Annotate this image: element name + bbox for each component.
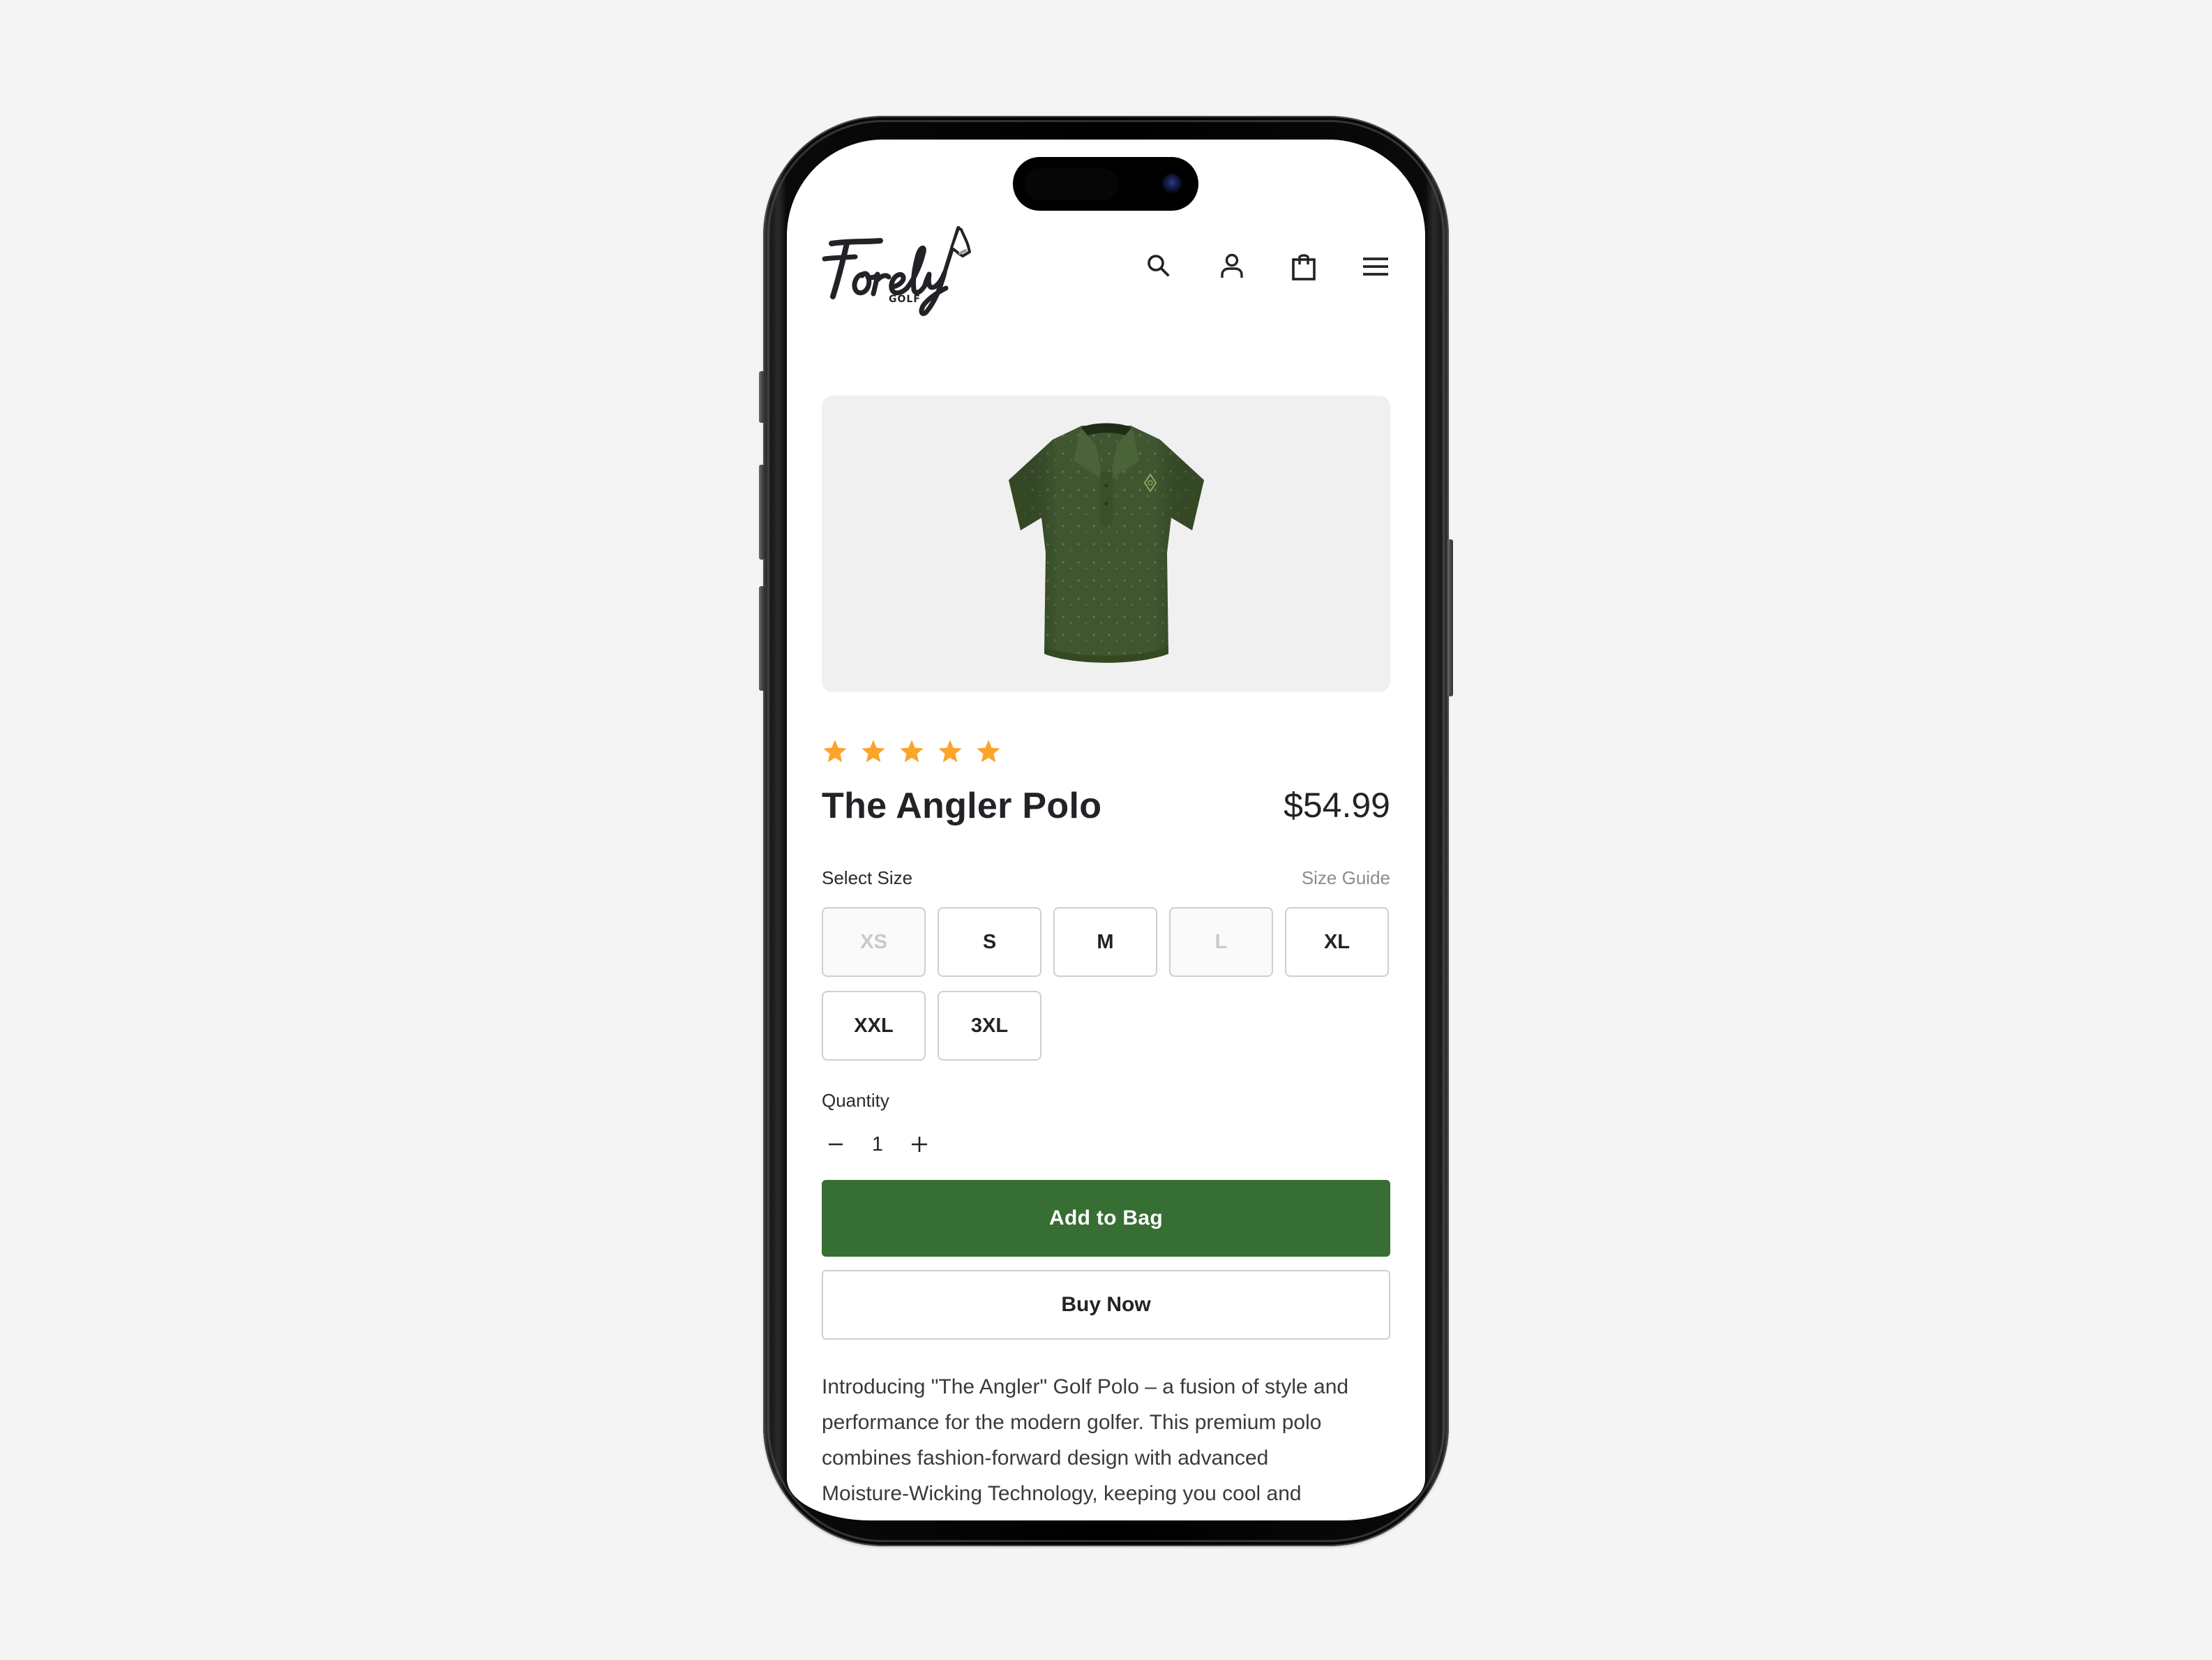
size-option-xxl[interactable]: XXL <box>822 991 926 1061</box>
description-line: performance for the modern golfer. This … <box>822 1411 1322 1434</box>
power-button <box>1447 539 1453 696</box>
select-size-label: Select Size <box>822 867 913 888</box>
product-price: $54.99 <box>1284 786 1390 825</box>
size-option-xl[interactable]: XL <box>1285 907 1389 977</box>
search-icon[interactable] <box>1144 251 1175 282</box>
size-option-s[interactable]: S <box>938 907 1041 977</box>
minus-icon <box>829 1143 843 1146</box>
quantity-stepper: 1 <box>822 1127 933 1162</box>
star-icon <box>938 740 962 763</box>
island-sensor <box>1024 168 1119 200</box>
brand-sub: GOLF <box>889 294 921 305</box>
product-description: Introducing "The Angler" Golf Polo – a f… <box>822 1369 1380 1520</box>
size-options: XS S M L XL XXL 3XL <box>822 907 1390 1061</box>
increment-button[interactable] <box>905 1130 933 1158</box>
buy-now-button[interactable]: Buy Now <box>822 1270 1390 1340</box>
star-rating <box>822 738 1002 765</box>
star-icon <box>977 740 1000 763</box>
size-option-m[interactable]: M <box>1053 907 1157 977</box>
polo-shirt-image <box>1009 423 1204 663</box>
account-icon[interactable] <box>1217 251 1247 282</box>
description-line: combines fashion-forward design with adv… <box>822 1446 1269 1470</box>
brand-logo[interactable]: GOLF <box>822 220 972 317</box>
site-header: GOLF <box>822 220 1390 317</box>
quantity-label: Quantity <box>822 1090 889 1111</box>
size-option-xs[interactable]: XS <box>822 907 926 977</box>
description-line: Moisture-Wicking Technology, keeping you… <box>822 1482 1302 1505</box>
star-icon <box>823 740 847 763</box>
size-option-l[interactable]: L <box>1169 907 1273 977</box>
dynamic-island <box>1013 157 1198 211</box>
volume-up-button <box>759 465 765 560</box>
volume-down-button <box>759 586 765 691</box>
description-line: Introducing "The Angler" Golf Polo – a f… <box>822 1375 1349 1398</box>
quantity-value[interactable]: 1 <box>850 1133 905 1156</box>
add-to-bag-button[interactable]: Add to Bag <box>822 1180 1390 1257</box>
decrement-button[interactable] <box>822 1130 850 1158</box>
menu-icon[interactable] <box>1360 251 1391 282</box>
plus-icon <box>912 1137 927 1152</box>
size-guide-link[interactable]: Size Guide <box>1302 867 1390 889</box>
star-icon <box>900 740 924 763</box>
size-option-3xl[interactable]: 3XL <box>938 991 1041 1061</box>
product-title: The Angler Polo <box>822 786 1102 826</box>
product-image[interactable] <box>822 396 1390 692</box>
bag-icon[interactable] <box>1288 251 1319 282</box>
description-line: dry throughout your game. Elevate your g… <box>822 1511 1380 1520</box>
front-camera <box>1162 174 1182 193</box>
phone-screen: GOLF The Angler Polo $54.99 Select Size … <box>787 140 1425 1520</box>
action-button <box>759 371 765 423</box>
star-icon <box>862 740 885 763</box>
